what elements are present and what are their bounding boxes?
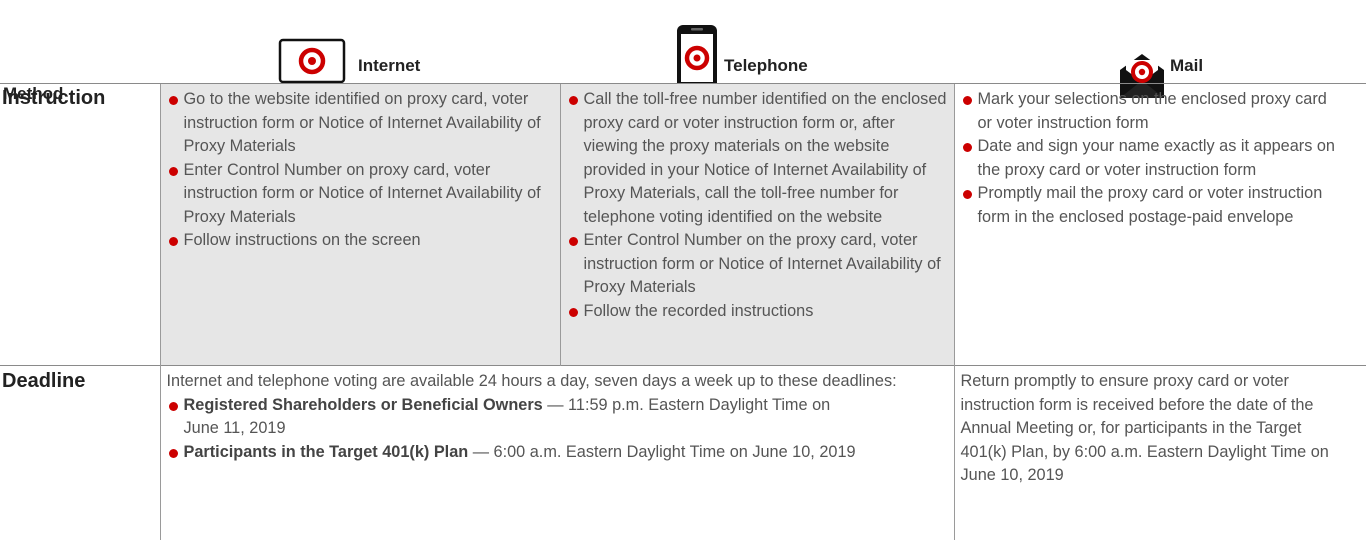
bullet-icon [569, 96, 578, 105]
deadline-row: Deadline Internet and telephone voting a… [0, 366, 1366, 540]
bullet-icon [569, 237, 578, 246]
list-item: Registered Shareholders or Beneficial Ow… [167, 394, 946, 441]
list-item: Follow the recorded instructions [567, 300, 950, 324]
bullet-icon [963, 143, 972, 152]
bullet-icon [569, 308, 578, 317]
deadline-row-label: Deadline [0, 366, 160, 540]
internet-telephone-deadline: Internet and telephone voting are availa… [160, 366, 954, 540]
mail-label: Mail [1170, 56, 1203, 76]
bullet-icon [963, 190, 972, 199]
instruction-row: Instruction Go to the website identified… [0, 84, 1366, 366]
list-item: Date and sign your name exactly as it ap… [961, 135, 1337, 182]
mail-deadline: Return promptly to ensure proxy card or … [954, 366, 1366, 540]
list-item: Mark your selections on the enclosed pro… [961, 88, 1337, 135]
internet-label: Internet [358, 56, 420, 76]
bullet-icon [169, 96, 178, 105]
mail-instructions: Mark your selections on the enclosed pro… [954, 84, 1366, 366]
list-item: Participants in the Target 401(k) Plan —… [167, 441, 946, 465]
list-item: Enter Control Number on proxy card, vote… [167, 159, 552, 230]
list-item: Go to the website identified on proxy ca… [167, 88, 552, 159]
instruction-row-label: Instruction [0, 84, 160, 366]
voting-methods-page: Method Internet Telephone [0, 0, 1366, 534]
list-item: Promptly mail the proxy card or voter in… [961, 182, 1337, 229]
telephone-label: Telephone [724, 56, 808, 76]
list-item: Follow instructions on the screen [167, 229, 552, 253]
bullet-icon [169, 167, 178, 176]
list-item: Call the toll-free number identified on … [567, 88, 950, 229]
deadline-intro: Internet and telephone voting are availa… [167, 370, 946, 394]
bullet-icon [169, 449, 178, 458]
bullet-icon [169, 402, 178, 411]
internet-instructions: Go to the website identified on proxy ca… [160, 84, 560, 366]
telephone-instructions: Call the toll-free number identified on … [560, 84, 954, 366]
voting-methods-table: Instruction Go to the website identified… [0, 83, 1366, 540]
bullet-icon [169, 237, 178, 246]
bullet-icon [963, 96, 972, 105]
list-item: Enter Control Number on the proxy card, … [567, 229, 950, 300]
